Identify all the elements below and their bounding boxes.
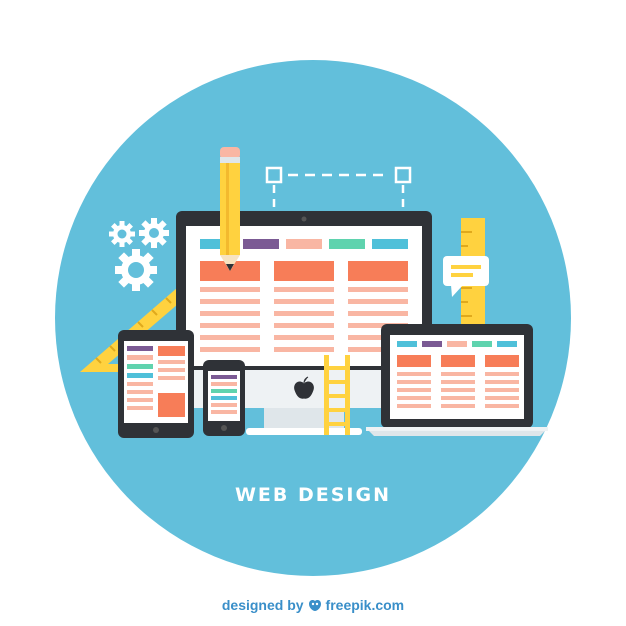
credit-prefix: designed by [221, 597, 304, 613]
caption-title: WEB DESIGN [234, 484, 392, 506]
pencil-icon [220, 147, 240, 271]
tablet-device [118, 330, 194, 438]
laptop-device [366, 324, 548, 436]
freepik-logo-icon [307, 598, 323, 612]
credit-brand: freepik.com [325, 597, 405, 613]
credit-line[interactable]: designed by freepik.com [0, 597, 626, 613]
ladder-icon [324, 355, 350, 435]
phone-device [203, 360, 245, 436]
web-design-illustration [55, 60, 571, 576]
